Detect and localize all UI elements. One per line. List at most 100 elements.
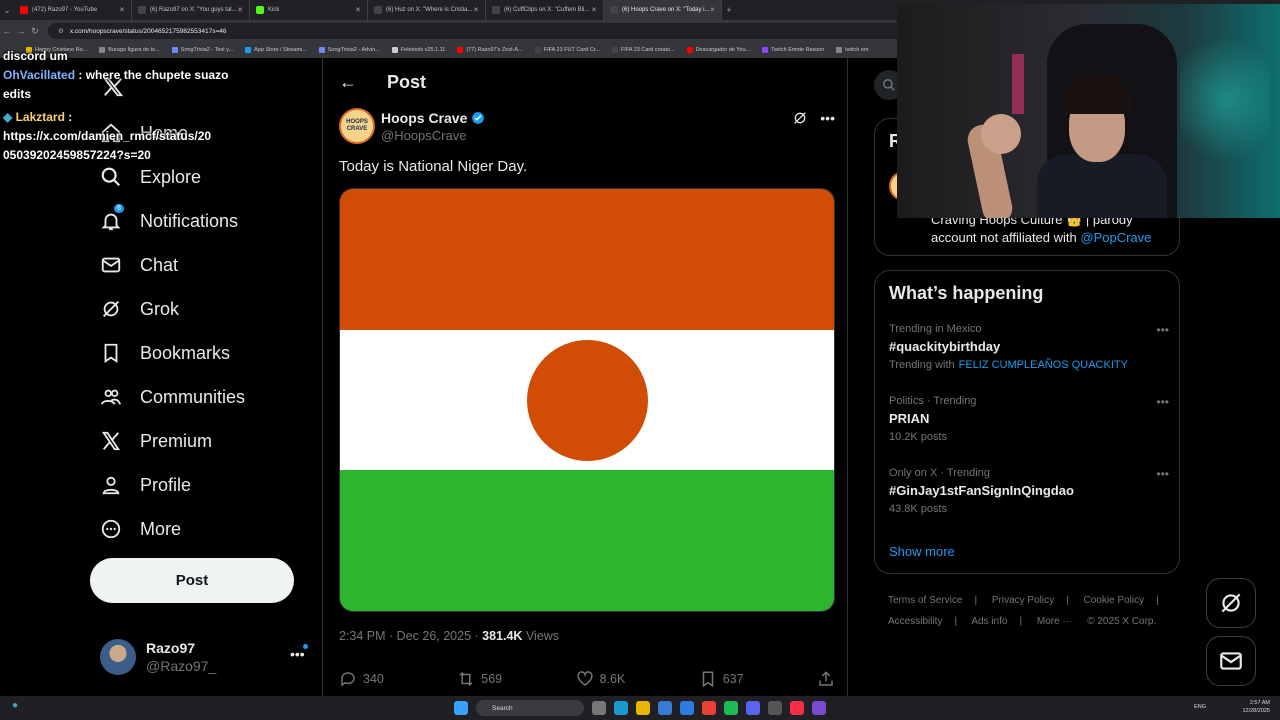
browser-tab[interactable]: (472) Razo97 - YouTube ✕: [14, 0, 132, 20]
taskbar-search[interactable]: Search: [476, 700, 584, 716]
nav-premium[interactable]: Premium: [100, 426, 212, 456]
more-dots-icon[interactable]: •••: [820, 110, 835, 126]
bookmark-label: App Store / Streami...: [254, 47, 307, 53]
search-label: Search: [492, 704, 513, 712]
nav-bookmarks[interactable]: Bookmarks: [100, 338, 230, 368]
chrome-icon[interactable]: [702, 701, 716, 715]
obs-icon[interactable]: [768, 701, 782, 715]
trend-sub: Trending with FELIZ CUMPLEAÑOS QUACKITY: [889, 359, 1169, 371]
close-tab-icon[interactable]: ✕: [473, 6, 479, 14]
trend-item[interactable]: Trending in Mexico #quackitybirthday Tre…: [889, 323, 1169, 371]
bookmark[interactable]: (77) Razo97's Zest-A...: [457, 47, 523, 53]
close-tab-icon[interactable]: ✕: [710, 6, 716, 14]
show-more-link[interactable]: Show more: [889, 544, 955, 559]
author-name-row[interactable]: Hoops Crave: [381, 110, 485, 126]
bookmark[interactable]: SongTrivia2 - Advin...: [318, 47, 380, 53]
store-icon[interactable]: [680, 701, 694, 715]
nav-notifications[interactable]: 6 Notifications: [100, 204, 239, 236]
more-dots-icon[interactable]: •••: [290, 646, 305, 662]
browser-tab[interactable]: (6) Huz on X: "Where is Cristia... ✕: [368, 0, 486, 20]
site-info-icon[interactable]: ⚙: [58, 27, 64, 35]
widgets-icon[interactable]: ●: [12, 700, 18, 711]
taskbar-clock[interactable]: 2:57 AM 12/28/2025: [1242, 699, 1270, 715]
footer-link[interactable]: Terms of Service: [888, 595, 962, 606]
browser-tab-active[interactable]: (6) Hoops Crave on X: "Today i... ✕: [604, 0, 722, 20]
trend-link[interactable]: FELIZ CUMPLEAÑOS QUACKITY: [959, 359, 1128, 371]
reload-icon[interactable]: ↻: [28, 26, 42, 37]
new-tab-button[interactable]: +: [722, 5, 736, 15]
bookmark[interactable]: Descargador de You...: [686, 47, 750, 53]
edge-icon[interactable]: [614, 701, 628, 715]
account-switcher[interactable]: Razo97 @Razo97_ •••: [100, 636, 310, 676]
trend-title: #GinJay1stFanSignInQingdao: [889, 483, 1074, 498]
bookmark-favicon-icon: [534, 47, 541, 53]
like-button[interactable]: 8.6K: [576, 670, 626, 688]
back-arrow-icon[interactable]: ←: [0, 26, 14, 36]
more-dots-icon[interactable]: •••: [1156, 467, 1169, 481]
more-dots-icon[interactable]: •••: [1156, 395, 1169, 409]
kick-favicon-icon: [256, 6, 264, 14]
close-tab-icon[interactable]: ✕: [119, 6, 125, 14]
more-dots-icon[interactable]: •••: [1156, 323, 1169, 337]
tweet-image[interactable]: [339, 188, 835, 612]
nav-label: Notifications: [140, 210, 239, 231]
footer-link[interactable]: More ···: [1037, 616, 1073, 627]
music-icon[interactable]: [790, 701, 804, 715]
footer-link[interactable]: Accessibility: [888, 616, 942, 627]
reply-icon: [341, 672, 355, 687]
repost-button[interactable]: 569: [457, 670, 502, 688]
language-indicator[interactable]: ENG: [1194, 704, 1206, 710]
share-button[interactable]: [817, 670, 835, 688]
bio-link[interactable]: @PopCrave: [1080, 230, 1151, 245]
bell-icon: [101, 213, 121, 231]
close-tab-icon[interactable]: ✕: [355, 6, 361, 14]
post-button[interactable]: Post: [90, 558, 294, 603]
tab-list-icon[interactable]: ⌄: [0, 5, 14, 16]
reply-button[interactable]: 340: [339, 670, 384, 688]
messages-float-button[interactable]: [1206, 636, 1256, 686]
bookmark[interactable]: Feletools v25.1.11: [391, 47, 445, 53]
like-count: 8.6K: [599, 672, 626, 686]
x-favicon-icon: [492, 6, 500, 14]
spotify-icon[interactable]: [724, 701, 738, 715]
browser-tab[interactable]: (6) CuffClips on X: "Cuffem Bli... ✕: [486, 0, 604, 20]
files-icon[interactable]: [636, 701, 650, 715]
author-avatar[interactable]: HOOPS CRAVE: [339, 108, 375, 144]
task-view-icon[interactable]: [592, 701, 606, 715]
nav-more[interactable]: More: [100, 514, 181, 544]
nav-profile[interactable]: Profile: [100, 470, 191, 500]
grok-icon[interactable]: [792, 110, 808, 126]
browser-tab[interactable]: Kick ✕: [250, 0, 368, 20]
bookmark[interactable]: twitch em: [836, 47, 869, 53]
trend-item[interactable]: Only on X · Trending #GinJay1stFanSignIn…: [889, 467, 1169, 515]
footer-link[interactable]: Cookie Policy: [1084, 595, 1145, 606]
nav-explore[interactable]: Explore: [100, 162, 201, 192]
back-arrow-icon[interactable]: ←: [339, 72, 357, 93]
bookmark[interactable]: Twitch Emote Resizer: [762, 47, 824, 53]
bookmark[interactable]: FIFA 23 Card creato...: [611, 47, 675, 53]
author-handle[interactable]: @HoopsCrave: [381, 128, 466, 143]
tweet-timestamp[interactable]: 2:34 PM · Dec 26, 2025 ·: [339, 629, 479, 643]
bookmark-button[interactable]: 637: [699, 670, 744, 688]
forward-arrow-icon[interactable]: →: [14, 26, 28, 36]
nav-grok[interactable]: Grok: [100, 294, 179, 324]
trend-item[interactable]: Politics · Trending PRIAN 10.2K posts ••…: [889, 395, 1169, 443]
nav-chat[interactable]: Chat: [100, 250, 178, 280]
nav-label: Premium: [140, 430, 213, 451]
footer-link[interactable]: Ads info: [971, 616, 1007, 627]
browser-tab[interactable]: (6) Razo97 on X: "You guys tal... ✕: [132, 0, 250, 20]
notification-badge: 6: [114, 204, 124, 213]
footer-link[interactable]: Privacy Policy: [992, 595, 1054, 606]
grok-float-button[interactable]: [1206, 578, 1256, 628]
bookmark[interactable]: FIFA 23 FUT Card Cr...: [534, 47, 600, 53]
close-tab-icon[interactable]: ✕: [237, 6, 243, 14]
app-icon[interactable]: [812, 701, 826, 715]
discord-icon[interactable]: [746, 701, 760, 715]
flag-stripe-bottom: [340, 470, 834, 611]
bookmark[interactable]: App Store / Streami...: [245, 47, 307, 53]
photos-icon[interactable]: [658, 701, 672, 715]
url-field[interactable]: ⚙ x.com/hoopscrave/status/20046521759825…: [48, 23, 908, 39]
windows-start-icon[interactable]: [454, 701, 468, 715]
nav-communities[interactable]: Communities: [100, 382, 245, 412]
close-tab-icon[interactable]: ✕: [591, 6, 597, 14]
